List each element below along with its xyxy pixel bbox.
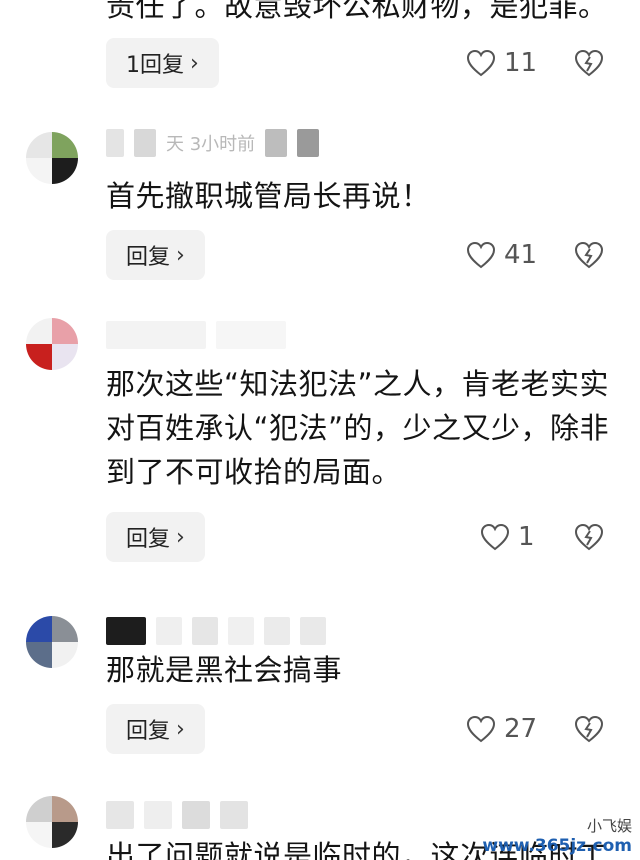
reply-label: 回复 <box>126 245 171 270</box>
broken-heart-icon <box>574 49 604 77</box>
reply-label: 回复 <box>126 719 171 744</box>
reply-label: 1回复 <box>126 53 184 78</box>
comment-list: 责任了。故意毁坏公私财物，是犯罪。 1回复 › 11 天 3小时前 首先撤职城管… <box>0 0 640 860</box>
dislike-button[interactable] <box>574 704 604 754</box>
like-count: 27 <box>504 714 538 744</box>
avatar[interactable] <box>26 616 78 668</box>
reply-button[interactable]: 回复 › <box>106 704 205 754</box>
comment-meta: 天 3小时前 <box>106 128 320 158</box>
comment-meta <box>106 800 248 830</box>
like-button[interactable]: 41 <box>466 230 537 280</box>
comment-time: 天 3小时前 <box>166 134 256 155</box>
comment-text: 首先撤职城管局长再说！ <box>106 179 431 213</box>
like-count: 41 <box>504 240 538 270</box>
like-button[interactable]: 11 <box>466 38 537 88</box>
broken-heart-icon <box>574 241 604 269</box>
comment-meta <box>106 616 326 646</box>
heart-outline-icon <box>480 523 510 551</box>
like-count: 11 <box>504 48 538 78</box>
avatar[interactable] <box>26 318 78 370</box>
comment-text: 那次这些“知法犯法”之人，肯老老实实对百姓承认“犯法”的，少之又少，除非到了不可… <box>106 367 610 489</box>
dislike-button[interactable] <box>574 512 604 562</box>
watermark-account: 小飞娱 <box>586 817 632 835</box>
comment-meta <box>106 320 286 350</box>
comment-text: 那就是黑社会搞事 <box>106 653 343 687</box>
reply-button[interactable]: 回复 › <box>106 230 205 280</box>
avatar[interactable] <box>26 796 78 848</box>
dislike-button[interactable] <box>574 230 604 280</box>
watermark-site: www.365jz.com <box>482 836 632 856</box>
reply-button[interactable]: 1回复 › <box>106 38 219 88</box>
chevron-right-icon: › <box>176 716 185 742</box>
heart-outline-icon <box>466 49 496 77</box>
like-count: 1 <box>518 522 535 552</box>
heart-outline-icon <box>466 241 496 269</box>
like-button[interactable]: 27 <box>466 704 537 754</box>
like-button[interactable]: 1 <box>480 512 535 562</box>
comment-text: 责任了。故意毁坏公私财物，是犯罪。 <box>106 0 608 23</box>
broken-heart-icon <box>574 715 604 743</box>
chevron-right-icon: › <box>190 50 199 76</box>
watermark: 小飞娱 www.365jz.com <box>482 816 632 856</box>
heart-outline-icon <box>466 715 496 743</box>
dislike-button[interactable] <box>574 38 604 88</box>
reply-label: 回复 <box>126 527 171 552</box>
reply-button[interactable]: 回复 › <box>106 512 205 562</box>
chevron-right-icon: › <box>176 524 185 550</box>
avatar[interactable] <box>26 132 78 184</box>
chevron-right-icon: › <box>176 242 185 268</box>
broken-heart-icon <box>574 523 604 551</box>
